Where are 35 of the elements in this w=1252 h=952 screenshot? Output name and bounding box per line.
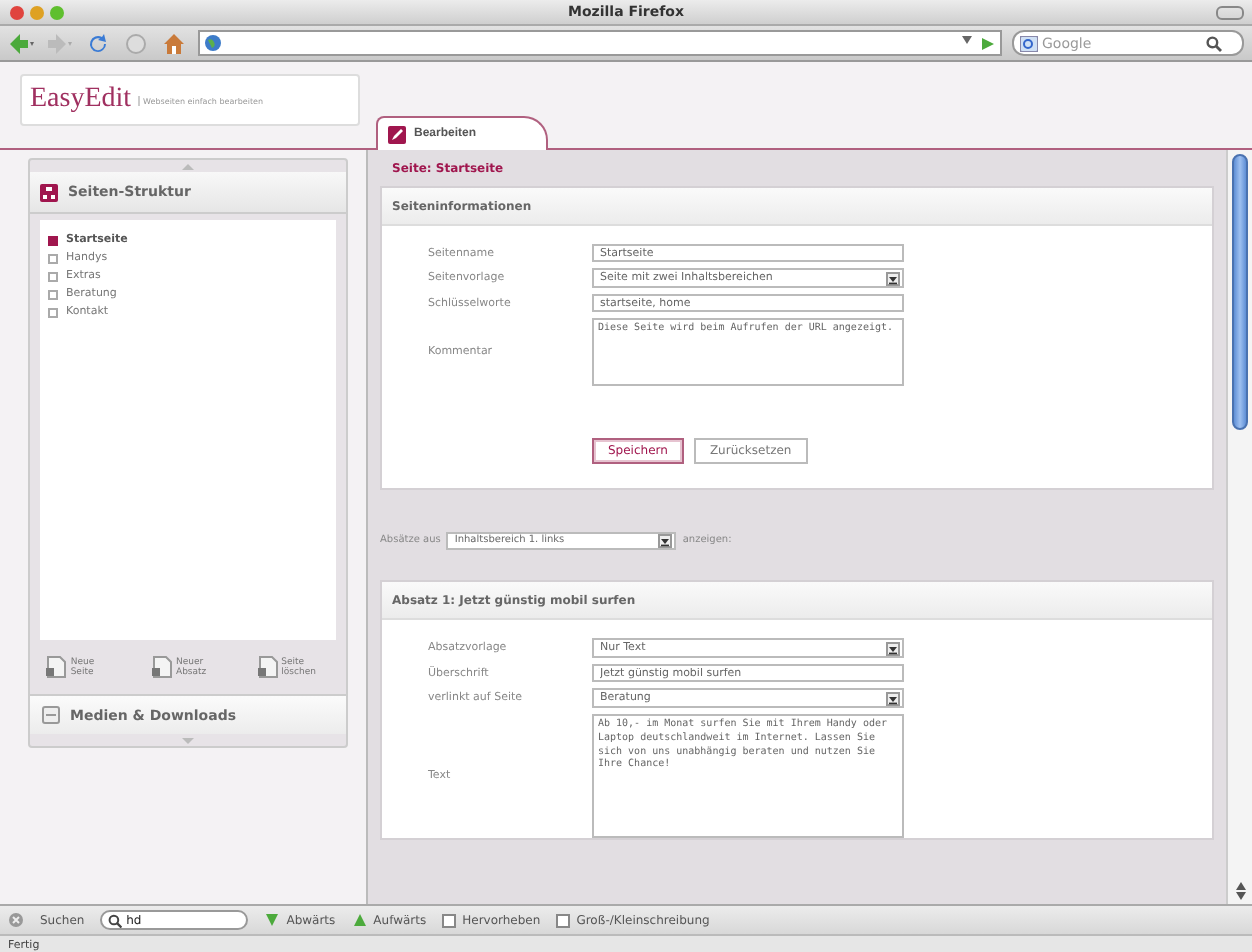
scrollbar-thumb[interactable] <box>1232 154 1248 430</box>
go-arrow-icon[interactable] <box>980 35 996 51</box>
globe-icon <box>204 34 222 52</box>
search-engine-icon[interactable] <box>1020 35 1038 51</box>
close-icon[interactable] <box>8 912 24 928</box>
dropdown-arrow-icon[interactable] <box>962 35 972 43</box>
minimize-button[interactable] <box>30 5 44 19</box>
dropdown-arrow-icon <box>658 533 673 547</box>
collapse-arrow-icon[interactable] <box>182 163 194 169</box>
up-arrow-icon <box>351 912 368 928</box>
scroll-up-icon[interactable] <box>1235 882 1245 890</box>
address-field[interactable] <box>198 30 1002 56</box>
dropdown-arrow-icon <box>886 271 900 285</box>
zoom-button[interactable] <box>50 5 64 19</box>
back-arrow-icon[interactable] <box>8 31 36 55</box>
dropdown-arrow-icon <box>886 641 900 655</box>
document-icon <box>151 656 172 678</box>
scroll-down-icon[interactable] <box>1235 892 1245 900</box>
pencil-icon <box>388 125 406 143</box>
home-icon[interactable] <box>160 31 188 55</box>
search-icon[interactable] <box>1206 35 1222 51</box>
document-icon <box>46 656 67 678</box>
dropdown-arrow-icon <box>886 691 900 705</box>
stop-icon[interactable] <box>122 31 150 55</box>
app-logo: EasyEdit <box>30 84 132 116</box>
down-arrow-icon <box>264 912 281 928</box>
search-icon <box>108 913 123 927</box>
toolbar-toggle-button[interactable] <box>1216 5 1244 19</box>
expand-arrow-icon[interactable] <box>182 737 194 743</box>
sitemap-icon <box>40 183 58 201</box>
reload-icon[interactable] <box>84 31 112 55</box>
checkbox[interactable] <box>442 913 457 927</box>
document-icon <box>257 656 278 678</box>
close-button[interactable] <box>10 5 24 19</box>
checkbox[interactable] <box>556 913 571 927</box>
